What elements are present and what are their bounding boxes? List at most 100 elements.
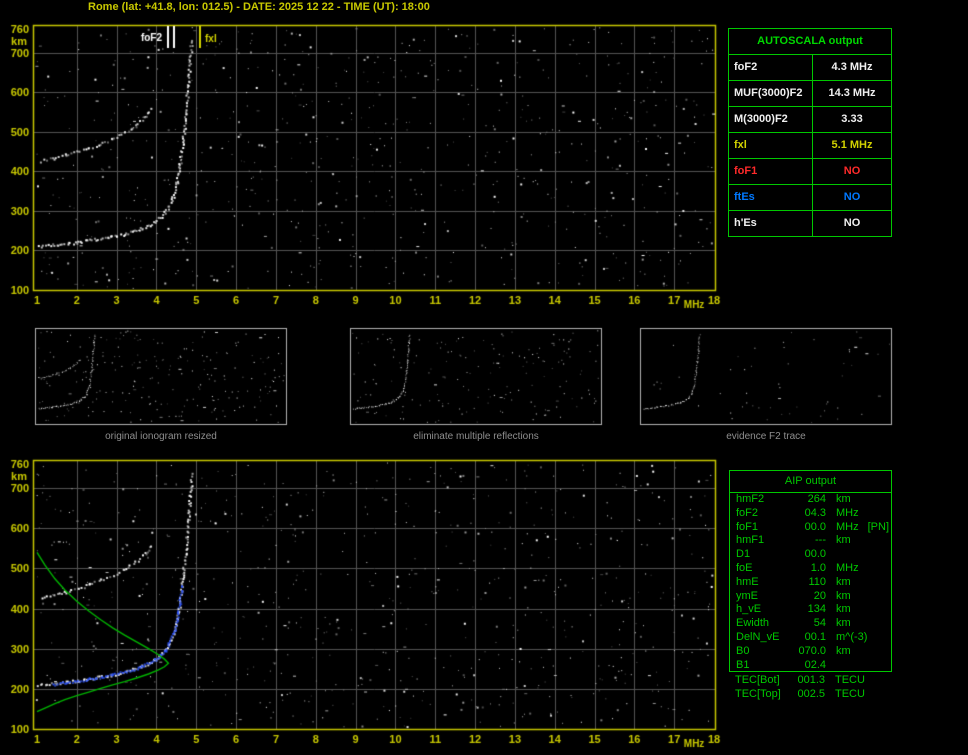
aip-row-unit: m^(-3) <box>836 630 868 643</box>
aip-row-value: 00.1 <box>804 630 826 643</box>
aip-row-extra: [PN] <box>867 520 890 533</box>
aip-row-extra <box>851 576 860 590</box>
tec-rows: TEC[Bot] 001.3 TECU TEC[Top] 002.5 TECU <box>729 674 892 701</box>
aip-row: ymE 20 km <box>730 590 891 604</box>
aip-output-table: AIP output hmF2 264 km foF2 04.3 MHz foF1 00.0 M… <box>729 470 892 672</box>
aip-row: D1 00.0 <box>730 548 891 562</box>
autoscala-row: MUF(3000)F2 14.3 MHz <box>729 81 891 107</box>
autoscala-row-label: foF2 <box>729 55 813 80</box>
aip-row-label: Ewidth <box>736 617 770 630</box>
autoscala-row: foF1 NO <box>729 159 891 185</box>
aip-row-unit: MHz <box>836 520 859 533</box>
aip-row: B1 02.4 <box>730 659 891 673</box>
tec-row: TEC[Top] 002.5 TECU <box>729 688 892 702</box>
aip-row-extra <box>859 562 868 576</box>
aip-row-extra <box>851 534 860 548</box>
aip-row-value: 1.0 <box>810 561 826 574</box>
autoscala-row-label: h'Es <box>729 211 813 236</box>
aip-row-extra <box>851 617 860 631</box>
tec-row-value: 001.3 <box>797 674 825 686</box>
autoscala-screen: { "header": { "title": "Rome (lat: +41.8… <box>0 0 968 755</box>
tec-row-label: TEC[Bot] <box>735 674 780 686</box>
aip-row-unit: km <box>836 589 851 602</box>
autoscala-row: M(3000)F2 3.33 <box>729 107 891 133</box>
autoscala-row: fxl 5.1 MHz <box>729 133 891 159</box>
aip-row-value: 20 <box>813 589 826 602</box>
aip-row-extra <box>836 548 845 562</box>
aip-row: B0 070.0 km <box>730 645 891 659</box>
aip-row-label: B1 <box>736 658 750 671</box>
thumbnail-caption-eliminate-multiples: eliminate multiple reflections <box>413 431 539 442</box>
aip-row-label: D1 <box>736 548 751 561</box>
aip-row-extra <box>836 659 845 673</box>
aip-row-unit: km <box>836 575 851 588</box>
aip-row: hmF1 --- km <box>730 534 891 548</box>
autoscala-row-value: 4.3 MHz <box>831 61 873 73</box>
tec-row: TEC[Bot] 001.3 TECU <box>729 674 892 688</box>
aip-row: hmF2 264 km <box>730 493 891 507</box>
aip-row-unit: km <box>836 617 851 630</box>
aip-table-rows: hmF2 264 km foF2 04.3 MHz foF1 00.0 MHz [PN] hmF1 -… <box>730 493 891 672</box>
aip-row-label: foE <box>736 561 753 574</box>
aip-row: foF2 04.3 MHz <box>730 507 891 521</box>
autoscala-table-rows: foF2 4.3 MHz MUF(3000)F2 14.3 MHz M(3000)F2 3… <box>729 55 891 236</box>
aip-row-label: ymE <box>736 589 758 602</box>
autoscala-row-value: 14.3 MHz <box>828 87 876 99</box>
aip-row-label: foF1 <box>736 520 759 533</box>
aip-row-unit: MHz <box>836 506 859 519</box>
thumbnail-caption-evidence-f2: evidence F2 trace <box>726 431 806 442</box>
tec-row-unit: TECU <box>835 687 865 700</box>
autoscala-row-label: foF1 <box>729 159 813 184</box>
aip-row-value: 070.0 <box>798 644 826 657</box>
aip-row-unit: km <box>836 603 851 616</box>
aip-row-extra <box>867 631 876 645</box>
tec-row-value: 002.5 <box>797 687 825 700</box>
aip-row-value: 02.4 <box>804 658 826 671</box>
autoscala-row-label: M(3000)F2 <box>729 107 813 132</box>
autoscala-output-table: AUTOSCALA output foF2 4.3 MHz MUF(3000)F2 1… <box>728 28 892 237</box>
autoscala-row-value: NO <box>843 217 861 229</box>
aip-row-unit: km <box>836 534 851 547</box>
page-title: Rome (lat: +41.8, lon: 012.5) - DATE: 20… <box>88 1 430 13</box>
aip-row-label: hmF2 <box>736 493 765 505</box>
aip-table-title: AIP output <box>730 471 891 493</box>
aip-row-extra <box>859 507 868 521</box>
autoscala-row: h'Es NO <box>729 211 891 236</box>
autoscala-row-label: ftEs <box>729 185 813 210</box>
aip-row-unit <box>826 548 836 562</box>
aip-row: hmE 110 km <box>730 576 891 590</box>
aip-row-unit <box>826 659 836 673</box>
autoscala-row: foF2 4.3 MHz <box>729 55 891 81</box>
aip-row-extra <box>851 603 860 617</box>
aip-row-label: DelN_vE <box>736 630 780 643</box>
aip-row-value: 264 <box>807 493 826 505</box>
aip-row: Ewidth 54 km <box>730 617 891 631</box>
aip-row-value: 04.3 <box>804 506 826 519</box>
autoscala-row-label: MUF(3000)F2 <box>729 81 813 106</box>
aip-row-value: 134 <box>807 603 826 616</box>
aip-row-value: 00.0 <box>804 520 826 533</box>
aip-row-extra <box>851 645 860 659</box>
aip-row: foF1 00.0 MHz [PN] <box>730 521 891 535</box>
aip-row-extra <box>851 590 860 604</box>
autoscala-row-value: 3.33 <box>841 113 863 125</box>
aip-row-value: 110 <box>808 575 826 588</box>
aip-row-extra <box>851 493 860 507</box>
aip-row-value: 00.0 <box>804 548 826 561</box>
aip-row-label: h_vE <box>736 603 762 616</box>
aip-row-label: hmF1 <box>736 534 765 547</box>
autoscala-table-title: AUTOSCALA output <box>729 29 891 55</box>
autoscala-row-label: fxl <box>729 133 813 158</box>
aip-row: foE 1.0 MHz <box>730 562 891 576</box>
thumbnail-caption-original: original ionogram resized <box>105 431 217 442</box>
aip-row-unit: km <box>836 493 851 505</box>
aip-row-label: hmE <box>736 575 759 588</box>
tec-row-unit: TECU <box>835 674 865 686</box>
autoscala-row: ftEs NO <box>729 185 891 211</box>
autoscala-row-value: NO <box>843 165 861 177</box>
aip-row-value: --- <box>815 534 826 547</box>
tec-row-label: TEC[Top] <box>735 687 781 700</box>
autoscala-row-value: 5.1 MHz <box>831 139 873 151</box>
aip-row-unit: km <box>836 644 851 657</box>
aip-row-label: foF2 <box>736 506 759 519</box>
